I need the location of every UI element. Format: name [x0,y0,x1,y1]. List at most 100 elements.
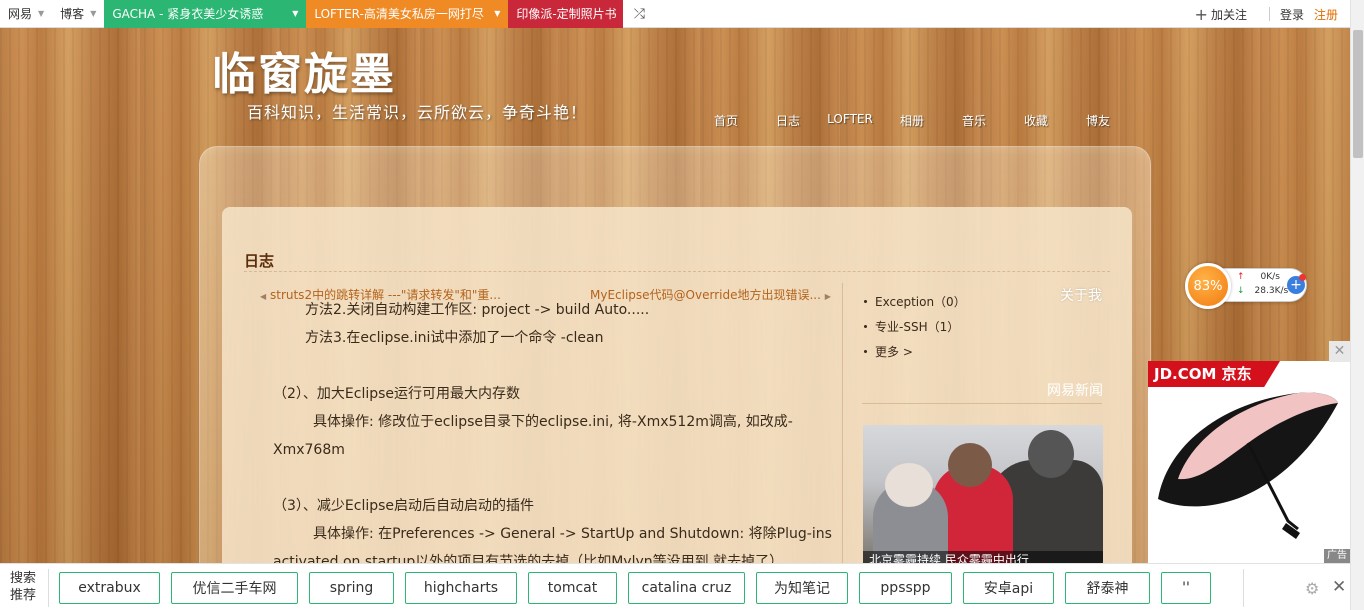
recommend-tag[interactable]: extrabux [59,572,160,604]
recommend-tag[interactable]: ppsspp [859,572,952,604]
category-label: 专业-SSH（1） [875,320,960,334]
article-line: Xmx768m [273,442,345,458]
nav-lofter[interactable]: LOFTER [819,112,881,129]
blog-label: 博客 [60,7,85,21]
recommend-tag[interactable]: 安卓api [963,572,1054,604]
recommend-tag[interactable]: highcharts [405,572,517,604]
chevron-down-icon: ▼ [38,9,45,18]
recommend-tag[interactable]: 舒泰神 [1065,572,1150,604]
jd-logo: JD.COM 京东 [1148,361,1280,387]
blog-subtitle: 百科知识，生活常识，云所欲云，争奇斗艳！ [247,103,588,122]
chevron-down-icon: ▼ [292,9,299,18]
category-item[interactable]: 专业-SSH（1） [862,317,966,342]
lofter-promo-link[interactable]: LOFTER-高清美女私房一网打尽 ▼ [306,0,509,28]
download-value: 28.3K/s [1254,286,1289,296]
vertical-scrollbar[interactable] [1350,0,1364,610]
lofter-label: LOFTER-高清美女私房一网打尽 [314,7,484,21]
nav-friends[interactable]: 博友 [1067,112,1129,129]
article-line [273,464,833,492]
article-line: （2）、加大Eclipse运行可用最大内存数 [273,386,521,402]
top-bar-right: + 加关注 登录 注册 [1195,0,1350,28]
article-body: 方法2.关闭自动构建工作区: project -> build Auto....… [273,296,833,564]
blog-title[interactable]: 临窗旋墨 [212,38,396,102]
recommend-tag[interactable]: '' [1161,572,1211,604]
gacha-promo-link[interactable]: GACHA - 紧身衣美少女诱惑 ▼ [104,0,307,28]
yinxiang-promo-link[interactable]: 印像派-定制照片书 [508,0,624,28]
divider [1243,569,1244,607]
recommend-tag[interactable]: spring [309,572,394,604]
nav-blog[interactable]: 日志 [757,112,819,129]
article-line [273,352,833,380]
memory-usage-circle[interactable]: 83% [1185,263,1231,309]
news-photo-figure [948,443,992,487]
divider [1268,7,1270,21]
arrow-up-icon: ↑ [1237,272,1245,282]
article-line: 方法3.在eclipse.ini试中添加了一个命令 -clean [305,330,604,346]
blog-nav: 首页 日志 LOFTER 相册 音乐 收藏 博友 [695,112,1129,129]
news-image[interactable]: 北京雾霾持续 民众雾霾中出行 [863,425,1103,565]
arrow-left-icon: ◀ [260,292,267,301]
follow-label: 加关注 [1210,7,1247,22]
search-recommend-label: 搜索 推荐 [10,570,42,604]
divider [842,283,843,573]
recommend-tag[interactable]: 优信二手车网 [171,572,298,604]
divider [48,569,49,607]
bullet-icon [864,325,867,328]
chevron-down-icon: ▼ [90,9,97,18]
ad-tag: 广告 [1324,549,1350,563]
nav-home[interactable]: 首页 [695,112,757,129]
gear-icon[interactable]: ⚙ [1305,579,1319,598]
category-list: Exception（0） 专业-SSH（1） 更多 > [862,292,966,367]
upload-speed: ↑ 0K/s [1237,272,1280,282]
follow-button[interactable]: + 加关注 [1195,5,1247,24]
category-label: Exception（0） [875,295,966,309]
more-link[interactable]: 更多 > [862,342,966,367]
label-line: 搜索 [10,571,37,586]
netease-label: 网易 [8,7,33,21]
plus-icon: + [1194,4,1208,24]
arrow-down-icon: ↓ [1237,286,1245,296]
download-speed: ↓ 28.3K/s [1237,286,1288,296]
search-recommend-bar: 搜索推荐 extrabux 优信二手车网 spring highcharts t… [0,563,1350,610]
upload-value: 0K/s [1260,272,1280,282]
nav-album[interactable]: 相册 [881,112,943,129]
divider [862,403,1102,404]
nav-music[interactable]: 音乐 [943,112,1005,129]
notification-dot [1299,274,1306,281]
bullet-icon [864,350,867,353]
umbrella-image [1158,392,1338,539]
recommend-tag[interactable]: 为知笔记 [756,572,848,604]
article-line: （3）、减少Eclipse启动后自动启动的插件 [273,498,535,514]
gacha-label: GACHA - 紧身衣美少女诱惑 [112,7,264,21]
about-me-title: 关于我 [1060,288,1102,304]
article-line: 具体操作: 修改位于eclipse目录下的eclipse.ini, 将-Xmx5… [313,414,793,430]
recommend-tag[interactable]: catalina cruz [628,572,745,604]
nav-favorites[interactable]: 收藏 [1005,112,1067,129]
news-photo-figure [1028,430,1074,478]
scrollbar-thumb[interactable] [1353,30,1363,158]
jd-ad[interactable]: JD.COM 京东 ✕ 广告 [1148,341,1350,563]
login-link[interactable]: 登录 [1280,6,1304,23]
section-title: 日志 [244,252,275,270]
netease-menu[interactable]: 网易 ▼ [0,0,52,28]
close-icon[interactable]: ✕ [1332,577,1346,597]
article-line: activated on startup以外的项目有节选的去掉（比如Mylyn等… [273,554,784,564]
article-line: 具体操作: 在Preferences -> General -> StartUp… [313,526,832,542]
label-line: 推荐 [10,588,37,603]
category-item[interactable]: Exception（0） [862,292,966,317]
top-bar: 网易 ▼ 博客 ▼ GACHA - 紧身衣美少女诱惑 ▼ LOFTER-高清美女私房一… [0,0,1350,28]
shuffle-icon[interactable]: ⤮ [623,0,655,28]
network-speed-widget[interactable]: ↑ 0K/s ↓ 28.3K/s + 83% [1185,263,1310,309]
article-line: 方法2.关闭自动构建工作区: project -> build Auto....… [305,302,650,318]
divider [244,271,1110,272]
news-photo-figure [885,463,933,507]
more-label: 更多 > [875,345,913,359]
recommend-tag[interactable]: tomcat [528,572,617,604]
recommend-tags: extrabux 优信二手车网 spring highcharts tomcat… [59,572,1222,604]
close-icon[interactable]: ✕ [1329,341,1350,362]
bullet-icon [864,300,867,303]
netease-news-title: 网易新闻 [1047,383,1103,399]
register-link[interactable]: 注册 [1314,6,1338,23]
yinxiang-label: 印像派-定制照片书 [516,7,617,21]
blog-menu[interactable]: 博客 ▼ [52,0,104,28]
